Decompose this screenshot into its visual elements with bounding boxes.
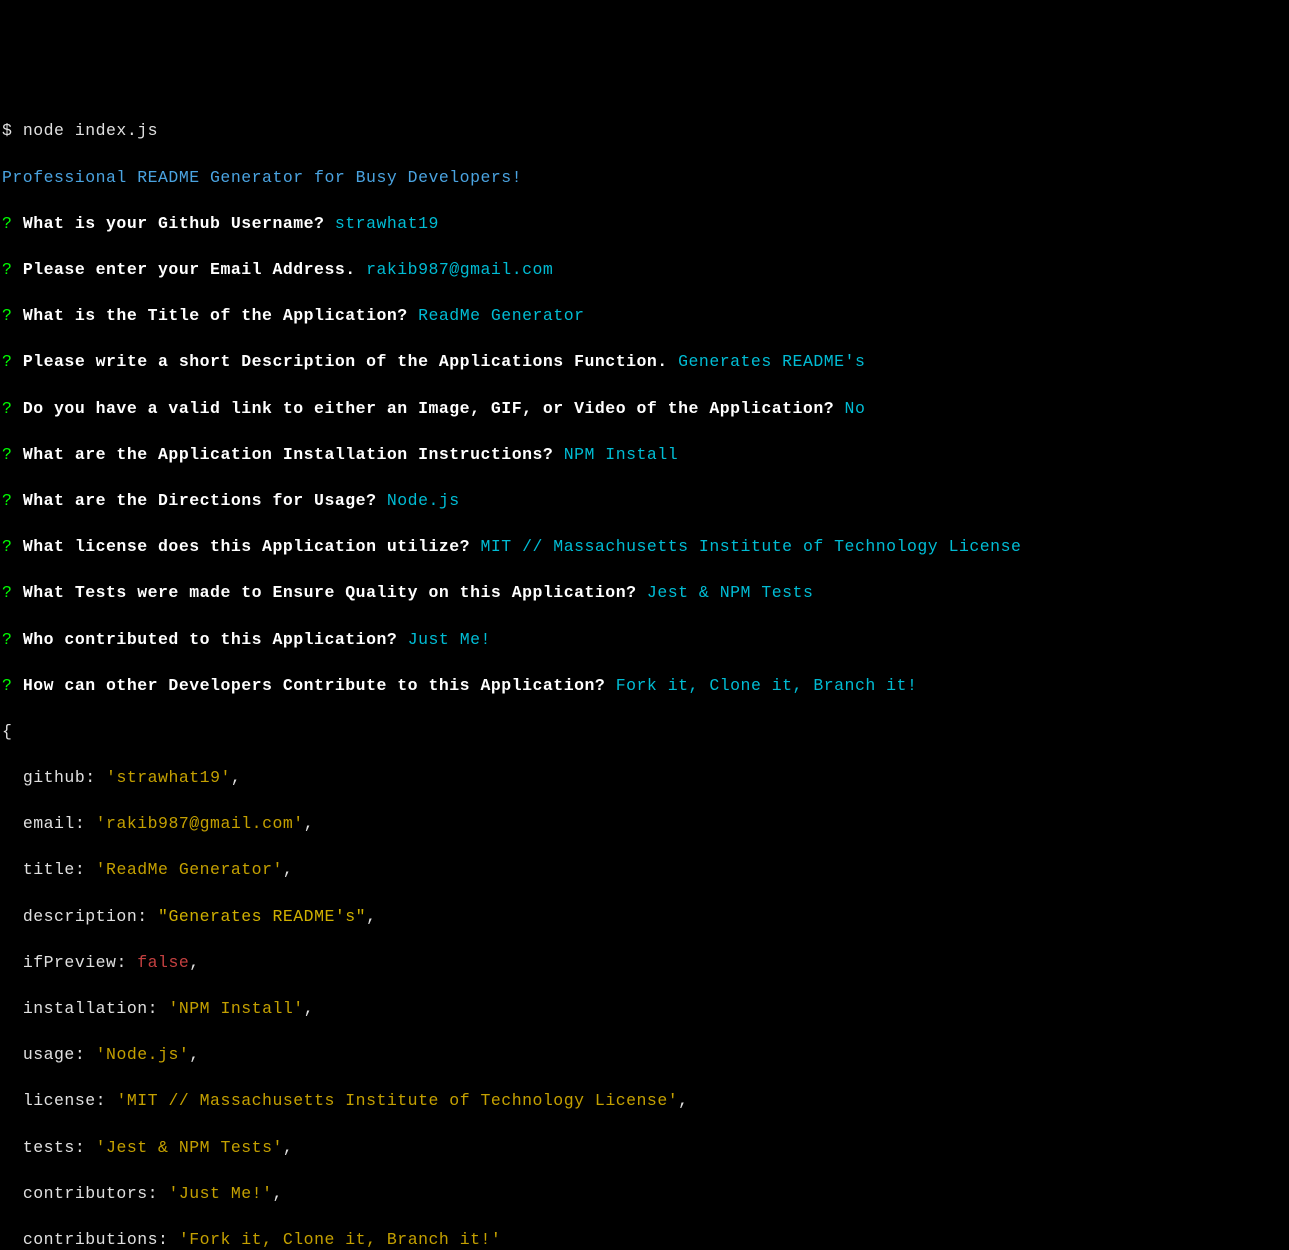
answer-text: NPM Install [564,445,678,464]
object-value: 'Fork it, Clone it, Branch it!' [179,1230,501,1249]
prompt-line: ? Please write a short Description of th… [2,350,1289,373]
answer-text: MIT // Massachusetts Institute of Techno… [481,537,1022,556]
object-entry: title: 'ReadMe Generator', [2,858,1289,881]
object-key: contributions [23,1230,158,1249]
object-entry: ifPreview: false, [2,951,1289,974]
question-text: Please enter your Email Address. [23,260,356,279]
terminal-output: $ node index.js Professional README Gene… [2,96,1289,1250]
question-mark-icon: ? [2,399,12,418]
object-key: github [23,768,85,787]
prompt-line: ? Who contributed to this Application? J… [2,628,1289,651]
answer-text: Jest & NPM Tests [647,583,813,602]
question-mark-icon: ? [2,306,12,325]
object-key: ifPreview [23,953,117,972]
object-entry: installation: 'NPM Install', [2,997,1289,1020]
question-text: How can other Developers Contribute to t… [23,676,606,695]
answer-text: Node.js [387,491,460,510]
question-mark-icon: ? [2,214,12,233]
object-value: "Generates README's" [158,907,366,926]
question-mark-icon: ? [2,260,12,279]
object-entry: description: "Generates README's", [2,905,1289,928]
question-text: What are the Application Installation In… [23,445,553,464]
object-entry: github: 'strawhat19', [2,766,1289,789]
object-value: 'strawhat19' [106,768,231,787]
object-value: 'rakib987@gmail.com' [96,814,304,833]
object-key: tests [23,1138,75,1157]
question-mark-icon: ? [2,445,12,464]
object-entry: license: 'MIT // Massachusetts Institute… [2,1089,1289,1112]
object-entry: email: 'rakib987@gmail.com', [2,812,1289,835]
question-mark-icon: ? [2,491,12,510]
answer-text: strawhat19 [335,214,439,233]
app-title: Professional README Generator for Busy D… [2,166,1289,189]
prompt-line: ? Do you have a valid link to either an … [2,397,1289,420]
answer-text: Generates README's [678,352,865,371]
object-value: 'Node.js' [96,1045,190,1064]
object-entry: tests: 'Jest & NPM Tests', [2,1136,1289,1159]
answer-text: Just Me! [408,630,491,649]
question-text: What is the Title of the Application? [23,306,408,325]
question-mark-icon: ? [2,583,12,602]
object-key: usage [23,1045,75,1064]
object-key: description [23,907,137,926]
prompt-line: ? What Tests were made to Ensure Quality… [2,581,1289,604]
object-open-brace: { [2,720,1289,743]
prompt-line: ? What license does this Application uti… [2,535,1289,558]
answer-text: No [845,399,866,418]
prompt-line: ? What are the Application Installation … [2,443,1289,466]
answer-text: rakib987@gmail.com [366,260,553,279]
command-text: node index.js [23,121,158,140]
answer-text: ReadMe Generator [418,306,584,325]
question-text: Please write a short Description of the … [23,352,668,371]
question-mark-icon: ? [2,352,12,371]
object-value: 'ReadMe Generator' [96,860,283,879]
question-text: What are the Directions for Usage? [23,491,377,510]
question-mark-icon: ? [2,630,12,649]
object-key: contributors [23,1184,148,1203]
object-key: installation [23,999,148,1018]
question-text: What license does this Application utili… [23,537,470,556]
prompt-line: ? What is your Github Username? strawhat… [2,212,1289,235]
object-value: 'Just Me!' [168,1184,272,1203]
question-text: What is your Github Username? [23,214,325,233]
shell-prompt: $ [2,121,23,140]
object-entry: contributions: 'Fork it, Clone it, Branc… [2,1228,1289,1250]
answer-text: Fork it, Clone it, Branch it! [616,676,918,695]
prompt-line: ? Please enter your Email Address. rakib… [2,258,1289,281]
question-mark-icon: ? [2,676,12,695]
object-value: 'MIT // Massachusetts Institute of Techn… [116,1091,678,1110]
object-key: license [23,1091,96,1110]
object-value: false [137,953,189,972]
object-key: title [23,860,75,879]
prompt-line: ? What are the Directions for Usage? Nod… [2,489,1289,512]
object-value: 'Jest & NPM Tests' [96,1138,283,1157]
command-line: $ node index.js [2,119,1289,142]
question-text: What Tests were made to Ensure Quality o… [23,583,637,602]
prompt-line: ? How can other Developers Contribute to… [2,674,1289,697]
object-value: 'NPM Install' [168,999,303,1018]
prompt-line: ? What is the Title of the Application? … [2,304,1289,327]
object-key: email [23,814,75,833]
question-text: Who contributed to this Application? [23,630,397,649]
question-text: Do you have a valid link to either an Im… [23,399,834,418]
object-entry: contributors: 'Just Me!', [2,1182,1289,1205]
question-mark-icon: ? [2,537,12,556]
object-entry: usage: 'Node.js', [2,1043,1289,1066]
